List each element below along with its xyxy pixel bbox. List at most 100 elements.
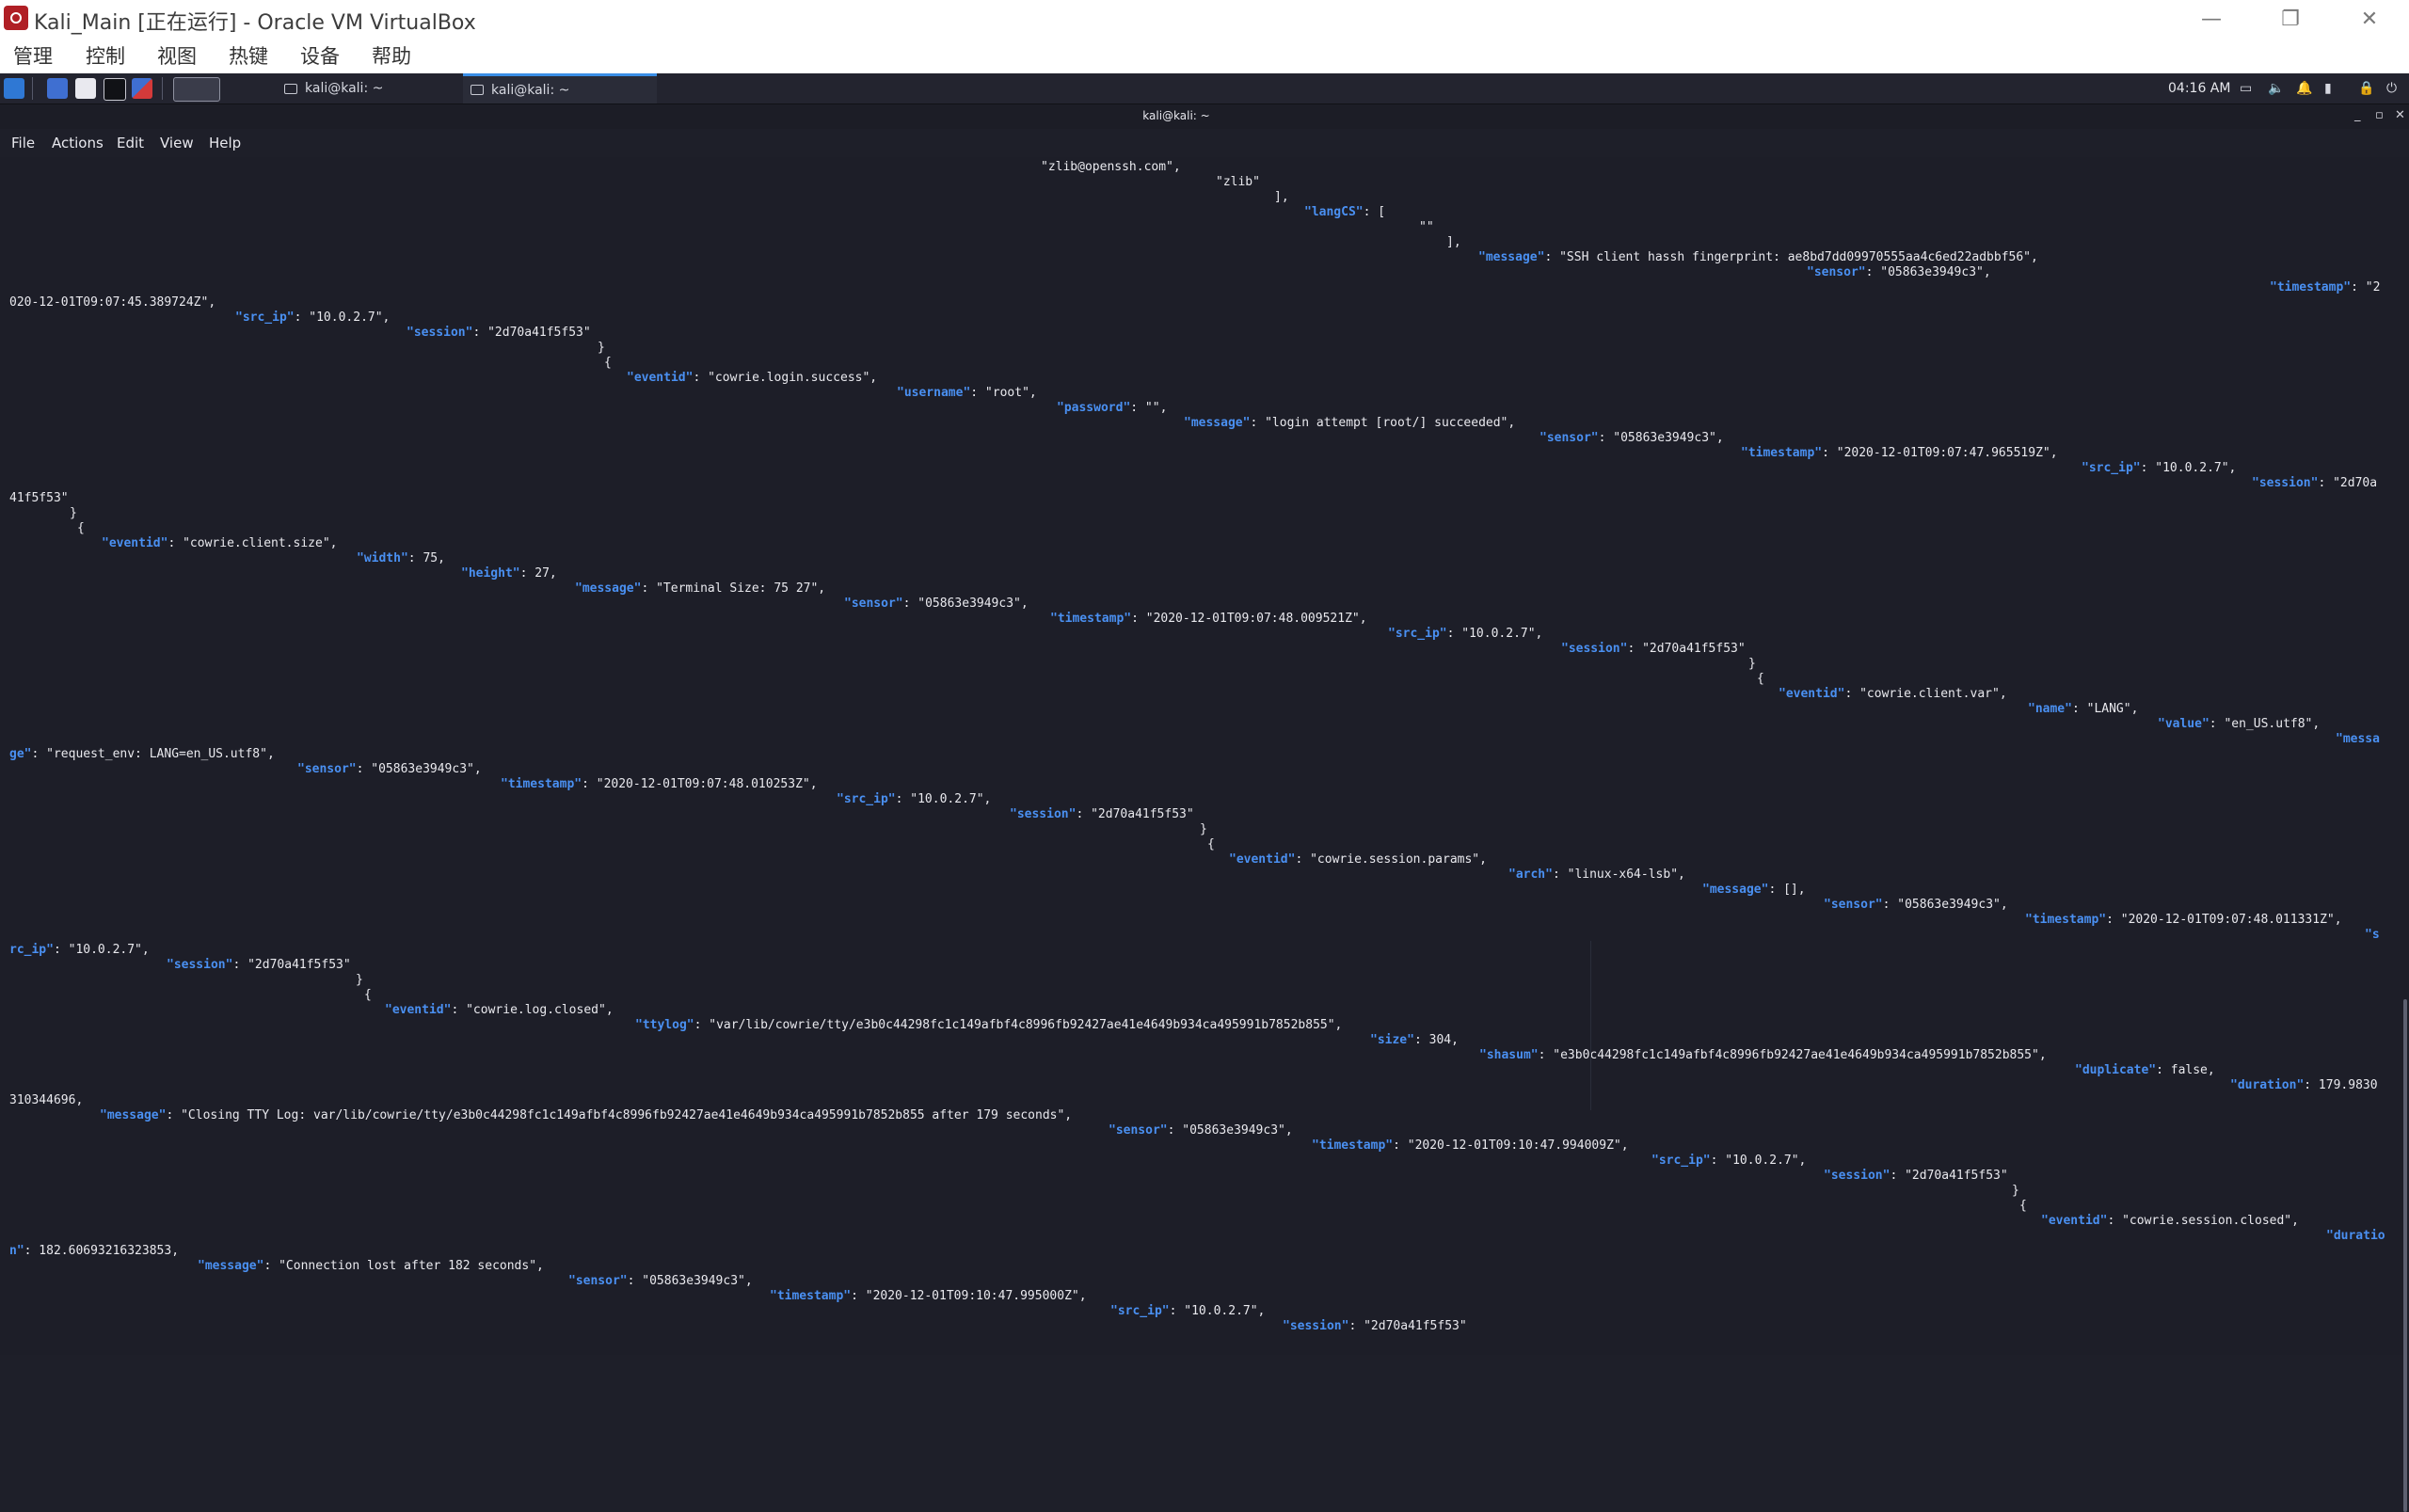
json-value: { bbox=[1207, 837, 1215, 851]
json-key: "timestamp" bbox=[1312, 1138, 1394, 1153]
browser-icon[interactable] bbox=[132, 78, 152, 99]
json-key: "message" bbox=[1478, 250, 1545, 264]
desktop-icon[interactable] bbox=[47, 78, 68, 99]
json-log-line: "session": "2d70a41f5f53" bbox=[1010, 807, 1194, 821]
json-value: : "10.0.2.7", bbox=[53, 943, 150, 957]
json-value: "zlib@openssh.com", bbox=[1041, 160, 1181, 174]
json-value: : "LANG", bbox=[2071, 702, 2139, 716]
json-value: : "2020-12-01T09:07:47.965519Z", bbox=[1822, 446, 2058, 460]
json-log-line: "messa bbox=[2336, 732, 2380, 746]
taskbar-clock[interactable]: 04:16 AM bbox=[2168, 81, 2230, 96]
json-value: 020-12-01T09:07:45.389724Z", bbox=[9, 295, 216, 310]
json-log-line: "sensor": "05863e3949c3", bbox=[297, 762, 482, 776]
json-log-line: } bbox=[2012, 1184, 2019, 1198]
json-log-line: "duratio bbox=[2326, 1229, 2385, 1243]
menu-view[interactable]: 视图 bbox=[157, 41, 197, 70]
terminal-menu-actions[interactable]: Actions bbox=[52, 135, 104, 151]
file-manager-icon[interactable] bbox=[75, 78, 96, 99]
json-key: "sensor" bbox=[1824, 898, 1883, 912]
close-button[interactable]: ✕ bbox=[2330, 0, 2409, 38]
json-value: : 304, bbox=[1413, 1033, 1459, 1047]
scrollbar-thumb[interactable] bbox=[2403, 999, 2407, 1512]
json-value: : "var/lib/cowrie/tty/e3b0c44298fc1c149a… bbox=[694, 1018, 1343, 1032]
restore-button[interactable]: ❐ bbox=[2251, 0, 2330, 38]
json-log-line: { bbox=[2019, 1199, 2027, 1213]
json-key: "eventid" bbox=[627, 371, 694, 385]
json-value: : "2d70a bbox=[2318, 476, 2378, 490]
workspace-switcher-icon[interactable] bbox=[173, 77, 220, 102]
json-value: : "10.0.2.7", bbox=[1710, 1154, 1807, 1168]
json-key: "password" bbox=[1057, 401, 1131, 415]
json-value: : "cowrie.log.closed", bbox=[451, 1003, 614, 1017]
menu-devices[interactable]: 设备 bbox=[300, 41, 340, 70]
json-value: : "linux-x64-lsb", bbox=[1552, 867, 1685, 882]
guest-taskbar: kali@kali: ~ kali@kali: ~ 04:16 AM ▭ 🔈 🔔… bbox=[0, 73, 2409, 104]
lock-icon[interactable]: 🔒 bbox=[2358, 81, 2374, 96]
json-value: } bbox=[1748, 657, 1756, 671]
json-key: "shasum" bbox=[1479, 1048, 1539, 1062]
virtualbox-logo-icon bbox=[4, 6, 28, 30]
menu-control[interactable]: 控制 bbox=[86, 41, 125, 70]
json-log-line: "session": "2d70a41f5f53" bbox=[1283, 1319, 1467, 1333]
json-value: { bbox=[2019, 1199, 2027, 1213]
json-key: "sensor" bbox=[297, 762, 357, 776]
power-icon[interactable]: ⏻ bbox=[2386, 81, 2397, 96]
json-log-line: "timestamp": "2020-12-01T09:07:48.011331… bbox=[2025, 913, 2342, 927]
minimize-button[interactable]: — bbox=[2172, 0, 2251, 38]
json-value: : "2020-12-01T09:10:47.995000Z", bbox=[851, 1289, 1087, 1303]
json-log-line: "sensor": "05863e3949c3", bbox=[1807, 265, 1991, 279]
json-value: : "2020-12-01T09:07:48.009521Z", bbox=[1131, 612, 1367, 626]
battery-icon[interactable]: ▮ bbox=[2324, 81, 2332, 96]
task-label: kali@kali: ~ bbox=[305, 81, 384, 96]
json-key: "session" bbox=[2252, 476, 2319, 490]
json-value: : 27, bbox=[519, 566, 557, 581]
notification-bell-icon[interactable]: 🔔 bbox=[2296, 81, 2312, 96]
json-log-line: 41f5f53" bbox=[9, 491, 69, 505]
json-log-line: "timestamp": "2020-12-01T09:07:48.009521… bbox=[1050, 612, 1367, 626]
terminal-menu-edit[interactable]: Edit bbox=[117, 135, 144, 151]
terminal-minimize-icon[interactable]: _ bbox=[2354, 108, 2361, 122]
json-key: "timestamp" bbox=[770, 1289, 852, 1303]
terminal-maximize-icon[interactable]: ▫ bbox=[2375, 108, 2384, 122]
terminal-menu-help[interactable]: Help bbox=[209, 135, 241, 151]
json-log-line: { bbox=[1757, 672, 1764, 686]
terminal-menu-view[interactable]: View bbox=[160, 135, 194, 151]
json-key: "duratio bbox=[2326, 1229, 2385, 1243]
menu-manage[interactable]: 管理 bbox=[13, 41, 53, 70]
json-log-line: "s bbox=[2365, 928, 2380, 942]
json-value: : "2d70a41f5f53" bbox=[472, 326, 591, 340]
menu-help[interactable]: 帮助 bbox=[372, 41, 411, 70]
json-value: : "10.0.2.7", bbox=[1169, 1304, 1266, 1318]
terminal-close-icon[interactable]: ✕ bbox=[2395, 108, 2405, 122]
json-value: : 75, bbox=[407, 551, 445, 565]
json-key: "message" bbox=[1702, 883, 1769, 897]
terminal-icon bbox=[284, 83, 297, 94]
terminal-menu-file[interactable]: File bbox=[11, 135, 35, 151]
taskbar-task-terminal-1[interactable]: kali@kali: ~ bbox=[280, 73, 459, 103]
taskbar-task-terminal-2[interactable]: kali@kali: ~ bbox=[463, 73, 657, 103]
json-key: "src_ip" bbox=[837, 792, 896, 806]
json-log-line: "username": "root", bbox=[897, 386, 1037, 400]
volume-icon[interactable]: 🔈 bbox=[2268, 81, 2284, 96]
json-key: "ttylog" bbox=[635, 1018, 694, 1032]
json-log-line: "eventid": "cowrie.client.size", bbox=[102, 536, 337, 550]
json-log-line: "message": "Closing TTY Log: var/lib/cow… bbox=[100, 1108, 1072, 1122]
json-log-line: "src_ip": "10.0.2.7", bbox=[1388, 627, 1542, 641]
json-key: "username" bbox=[897, 386, 971, 400]
json-value: : "SSH client hassh fingerprint: ae8bd7d… bbox=[1544, 250, 2038, 264]
json-value: ], bbox=[1446, 235, 1461, 249]
menu-hotkey[interactable]: 热键 bbox=[229, 41, 268, 70]
terminal-split-divider bbox=[1590, 941, 1591, 1110]
json-log-line: "" bbox=[1419, 220, 1434, 234]
json-log-line: "src_ip": "10.0.2.7", bbox=[2082, 461, 2236, 475]
kali-menu-icon[interactable] bbox=[4, 78, 24, 99]
terminal-scrollbar[interactable] bbox=[2400, 157, 2409, 1512]
json-value: : "cowrie.client.size", bbox=[168, 536, 338, 550]
display-icon[interactable]: ▭ bbox=[2240, 81, 2252, 96]
json-value: : "login attempt [root/] succeeded", bbox=[1250, 416, 1516, 430]
json-value: : "05863e3949c3", bbox=[356, 762, 482, 776]
terminal-launcher-icon[interactable] bbox=[104, 78, 126, 101]
json-log-line: "sensor": "05863e3949c3", bbox=[1109, 1123, 1293, 1138]
json-value: : "05863e3949c3", bbox=[627, 1274, 753, 1288]
terminal-output[interactable]: "none", "zlib@openssh.com", "zlib"], "langC… bbox=[0, 157, 2409, 1355]
